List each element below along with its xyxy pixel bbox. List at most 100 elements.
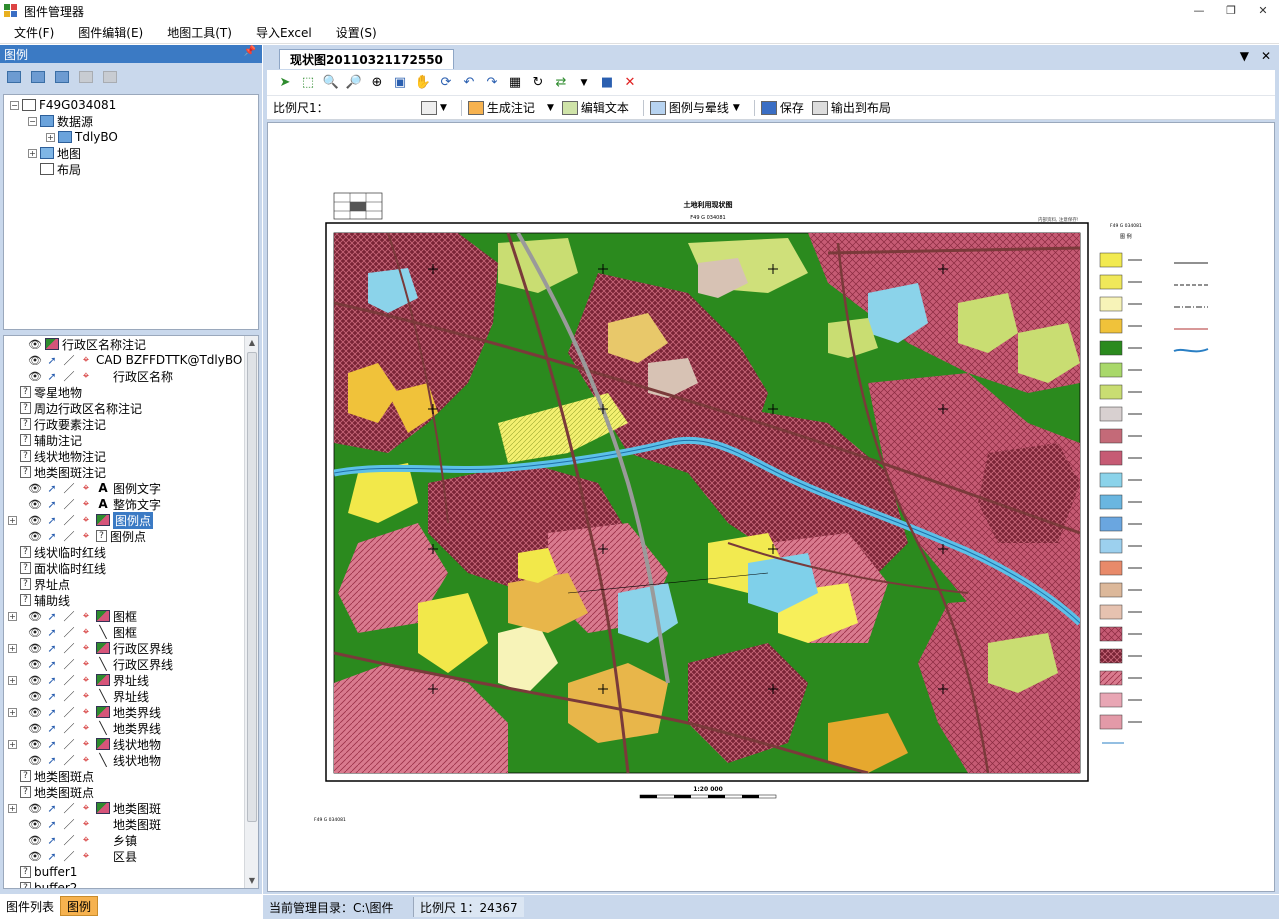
selectable-arrow-icon[interactable]: ➚ — [45, 817, 59, 831]
visibility-eye-icon[interactable]: 👁 — [28, 529, 42, 543]
layer-row[interactable]: ? 零星地物 — [4, 384, 258, 400]
layer-row[interactable]: + 👁 ➚ ／ ⌖ 界址线 — [4, 672, 258, 688]
layer-row[interactable]: 👁 ➚ ／ ⌖ CAD BZFFDTTK@TdlyBO — [4, 352, 258, 368]
layer-row[interactable]: 👁 ➚ ／ ⌖ 行政区名称 — [4, 368, 258, 384]
snap-point-icon[interactable]: ⌖ — [79, 529, 93, 543]
scroll-thumb[interactable] — [247, 352, 257, 822]
layer-row[interactable]: ? 行政要素注记 — [4, 416, 258, 432]
tab-dropdown-icon[interactable]: ▼ — [1240, 49, 1249, 63]
grid-icon[interactable]: ▦ — [505, 73, 525, 93]
tab-legend[interactable]: 图例 — [60, 896, 99, 916]
expand-icon[interactable]: + — [46, 132, 55, 142]
snap-point-icon[interactable]: ⌖ — [79, 625, 93, 639]
layer-row[interactable]: 👁 ➚ ／ ⌖ A 图例文字 — [4, 480, 258, 496]
layer-row[interactable]: 👁 ➚ ／ ⌖ 区县 — [4, 848, 258, 864]
expand-icon[interactable]: + — [8, 643, 17, 653]
selectable-arrow-icon[interactable]: ➚ — [45, 753, 59, 767]
output-layout-button[interactable]: 输出到布局 — [811, 99, 891, 116]
editable-pen-icon[interactable]: ／ — [62, 513, 76, 527]
visibility-eye-icon[interactable]: 👁 — [28, 497, 42, 511]
add-layer-button[interactable] — [4, 67, 24, 87]
tab-map-list[interactable]: 图件列表 — [0, 896, 60, 916]
layer-row[interactable]: ? 地类图斑点 — [4, 768, 258, 784]
menu-file[interactable]: 文件(F) — [4, 24, 64, 41]
editable-pen-icon[interactable]: ／ — [62, 481, 76, 495]
layer-row[interactable]: 👁 ➚ ／ ⌖? 图例点 — [4, 528, 258, 544]
tree-node[interactable]: 布局 — [4, 161, 258, 177]
visibility-eye-icon[interactable]: 👁 — [28, 369, 42, 383]
tree-node[interactable]: − F49G034081 — [4, 97, 258, 113]
selectable-arrow-icon[interactable]: ➚ — [45, 353, 59, 367]
editable-pen-icon[interactable]: ／ — [62, 689, 76, 703]
snap-point-icon[interactable]: ⌖ — [79, 369, 93, 383]
menu-map-tools[interactable]: 地图工具(T) — [157, 24, 242, 41]
editable-pen-icon[interactable]: ／ — [62, 673, 76, 687]
layer-row[interactable]: ? 辅助注记 — [4, 432, 258, 448]
visibility-eye-icon[interactable]: 👁 — [28, 721, 42, 735]
document-tab[interactable]: 现状图20110321172550 — [279, 49, 454, 69]
expand-icon[interactable]: + — [8, 803, 17, 813]
refresh-page-icon[interactable]: ⟳ — [436, 73, 456, 93]
layer-row[interactable]: 👁 ➚ ／ ⌖ ╲ 线状地物 — [4, 752, 258, 768]
tree-node[interactable]: + TdlyBO — [4, 129, 258, 145]
layer-row[interactable]: 👁 ➚ ／ ⌖ A 整饰文字 — [4, 496, 258, 512]
visibility-eye-icon[interactable]: 👁 — [28, 801, 42, 815]
scale-picker[interactable]: ▼ — [421, 100, 447, 115]
layer-row[interactable]: ? 线状临时红线 — [4, 544, 258, 560]
selectable-arrow-icon[interactable]: ➚ — [45, 609, 59, 623]
snap-point-icon[interactable]: ⌖ — [79, 817, 93, 831]
zoom-in-icon[interactable]: 🔍 — [321, 73, 341, 93]
generate-annotation-button[interactable]: 生成注记 ▼ — [467, 99, 554, 116]
editable-pen-icon[interactable]: ／ — [62, 497, 76, 511]
visibility-eye-icon[interactable]: 👁 — [28, 833, 42, 847]
reload-icon[interactable]: ↻ — [528, 73, 548, 93]
expand-icon[interactable]: + — [8, 675, 17, 685]
editable-pen-icon[interactable]: ／ — [62, 529, 76, 543]
visibility-eye-icon[interactable]: 👁 — [28, 817, 42, 831]
layer-row[interactable]: ? 周边行政区名称注记 — [4, 400, 258, 416]
collapse-icon[interactable]: − — [10, 100, 19, 110]
editable-pen-icon[interactable]: ／ — [62, 753, 76, 767]
editable-pen-icon[interactable]: ／ — [62, 609, 76, 623]
rotate-left-icon[interactable]: ↶ — [459, 73, 479, 93]
snap-point-icon[interactable]: ⌖ — [79, 513, 93, 527]
close-button[interactable]: ✕ — [1247, 0, 1279, 20]
snap-point-icon[interactable]: ⌖ — [79, 705, 93, 719]
pan-hand-icon[interactable]: ✋ — [413, 73, 433, 93]
editable-pen-icon[interactable]: ／ — [62, 625, 76, 639]
menu-settings[interactable]: 设置(S) — [326, 24, 387, 41]
selectable-arrow-icon[interactable]: ➚ — [45, 833, 59, 847]
visibility-eye-icon[interactable]: 👁 — [28, 641, 42, 655]
map-sheet[interactable]: 土地利用现状图 F49 G 034081 内部资料, 注意保存! 1:20 00… — [268, 123, 1275, 892]
selectable-arrow-icon[interactable]: ➚ — [45, 529, 59, 543]
layer-row[interactable]: ? 辅助线 — [4, 592, 258, 608]
visibility-eye-icon[interactable]: 👁 — [28, 337, 42, 351]
selectable-arrow-icon[interactable]: ➚ — [45, 641, 59, 655]
visibility-eye-icon[interactable]: 👁 — [28, 353, 42, 367]
layer-row[interactable]: + 👁 ➚ ／ ⌖ 图例点 — [4, 511, 258, 529]
visibility-eye-icon[interactable]: 👁 — [28, 625, 42, 639]
snap-point-icon[interactable]: ⌖ — [79, 673, 93, 687]
edit-text-button[interactable]: 编辑文本 — [561, 99, 629, 116]
selectable-arrow-icon[interactable]: ➚ — [45, 737, 59, 751]
snap-point-icon[interactable]: ⌖ — [79, 753, 93, 767]
selectable-arrow-icon[interactable]: ➚ — [45, 673, 59, 687]
layer-row[interactable]: 👁 ➚ ／ ⌖ 地类图斑 — [4, 816, 258, 832]
snap-point-icon[interactable]: ⌖ — [79, 609, 93, 623]
selectable-arrow-icon[interactable]: ➚ — [45, 481, 59, 495]
menu-edit[interactable]: 图件编辑(E) — [68, 24, 153, 41]
layer-row[interactable]: ? buffer2 — [4, 880, 258, 888]
visibility-eye-icon[interactable]: 👁 — [28, 753, 42, 767]
layer-row[interactable]: ? 地类图斑注记 — [4, 464, 258, 480]
selectable-arrow-icon[interactable]: ➚ — [45, 849, 59, 863]
swap-icon[interactable]: ⇄ — [551, 73, 571, 93]
map-canvas[interactable]: 土地利用现状图 F49 G 034081 内部资料, 注意保存! 1:20 00… — [267, 122, 1275, 892]
expand-icon[interactable]: + — [8, 739, 17, 749]
selectable-arrow-icon[interactable]: ➚ — [45, 801, 59, 815]
selectable-arrow-icon[interactable]: ➚ — [45, 721, 59, 735]
visibility-eye-icon[interactable]: 👁 — [28, 609, 42, 623]
legend-hatch-button[interactable]: 图例与晕线 ▼ — [649, 99, 740, 116]
editable-pen-icon[interactable]: ／ — [62, 817, 76, 831]
editable-pen-icon[interactable]: ／ — [62, 721, 76, 735]
snap-point-icon[interactable]: ⌖ — [79, 497, 93, 511]
